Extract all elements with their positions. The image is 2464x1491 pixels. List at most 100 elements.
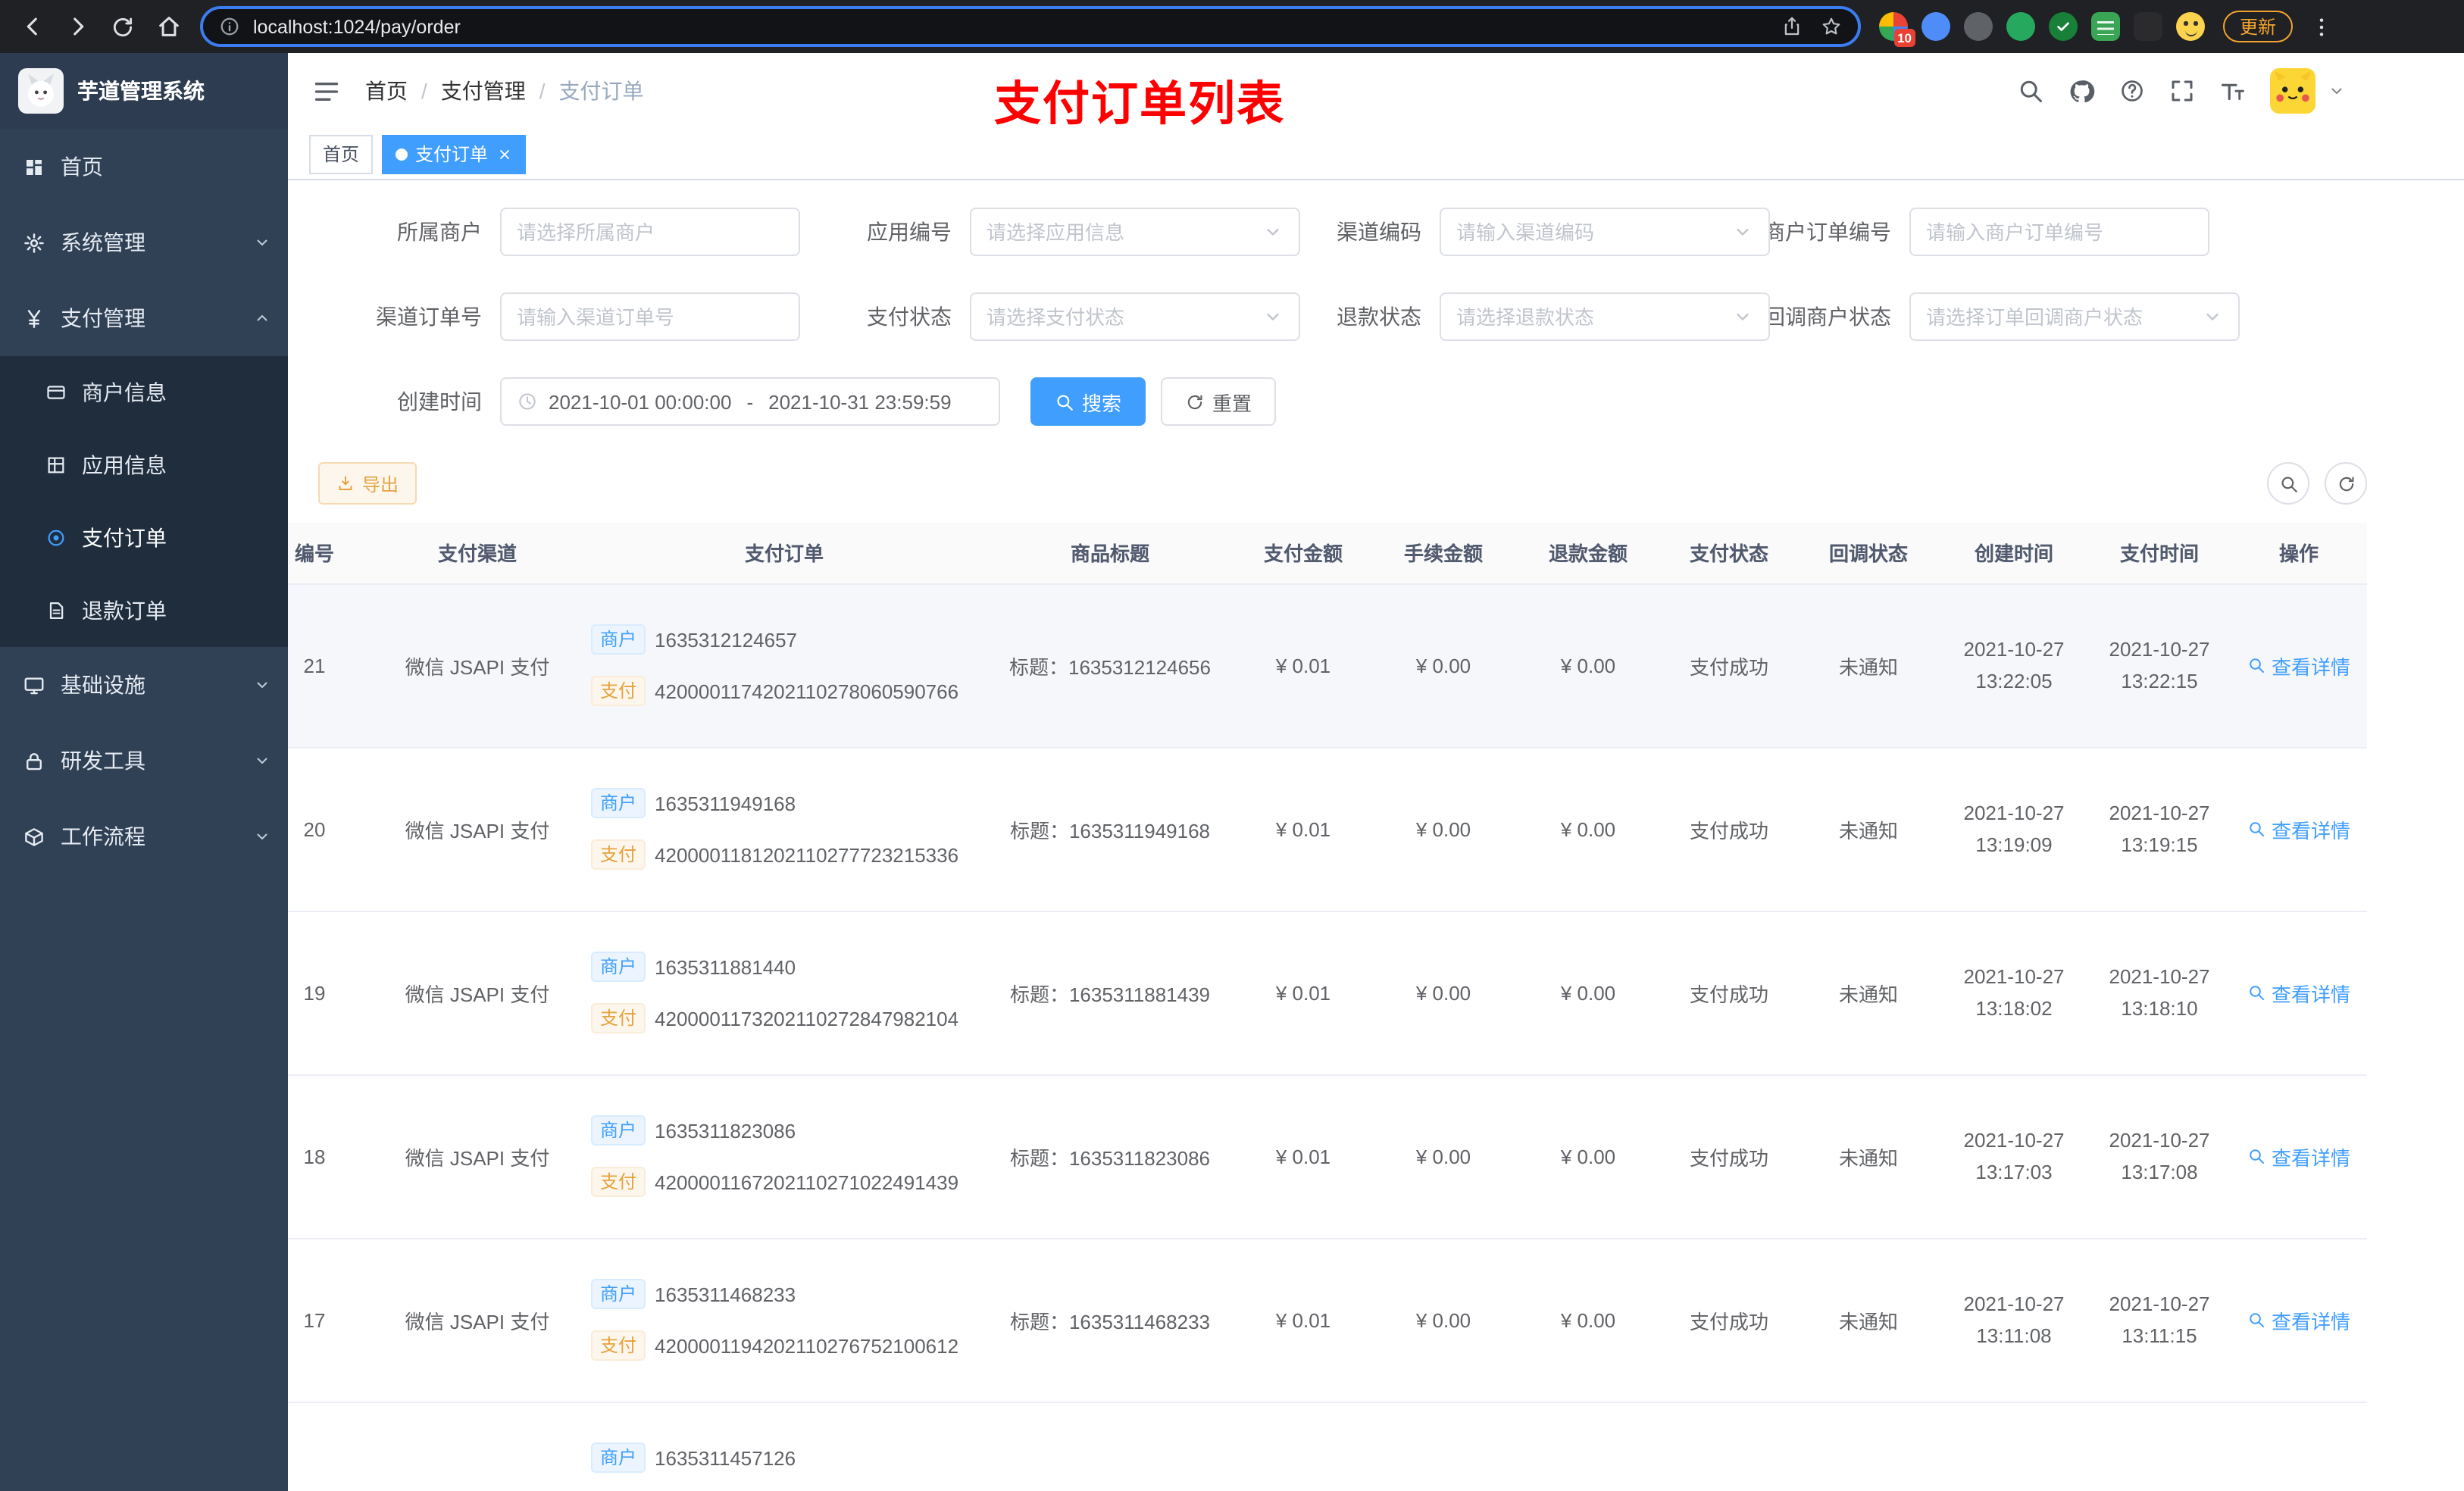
cell-title <box>985 1402 1235 1491</box>
navbar-actions <box>2017 68 2346 114</box>
filter-field-callback-status: 回调商户状态 <box>1728 292 2240 341</box>
chevron-down-icon <box>1262 221 1284 242</box>
tag-pay-order[interactable]: 支付订单 <box>382 134 527 173</box>
channel-order-no-field[interactable] <box>500 292 800 341</box>
cell-refund: ¥ 0.00 <box>1515 1238 1661 1402</box>
merchant-select-input[interactable] <box>517 220 783 243</box>
url-text: localhost:1024/pay/order <box>253 16 461 37</box>
pay-order-line: 支付 4200001167202110271022491439 <box>591 1167 977 1197</box>
cell-order: 商户 1635311949168 支付 42000011812021102777… <box>583 747 985 911</box>
profile-avatar-icon[interactable] <box>2176 12 2205 41</box>
cell-id <box>288 1402 371 1491</box>
view-detail-link[interactable]: 查看详情 <box>2247 1142 2350 1171</box>
sidebar-item-pay[interactable]: 支付管理 <box>0 280 288 356</box>
date-start: 2021-10-01 00:00:00 <box>549 390 732 413</box>
sidebar-item-infra[interactable]: 基础设施 <box>0 647 288 723</box>
cell-callback: 未通知 <box>1797 583 1940 748</box>
sidebar-item-devtools[interactable]: 研发工具 <box>0 723 288 799</box>
browser-menu-icon[interactable] <box>2302 7 2341 46</box>
export-button[interactable]: 导出 <box>318 462 417 505</box>
bookmark-star-icon[interactable] <box>1820 15 1843 38</box>
back-icon[interactable] <box>12 7 52 46</box>
channel-order-no-input[interactable] <box>517 305 783 328</box>
reset-button[interactable]: 重置 <box>1161 377 1277 426</box>
grid-icon <box>45 455 67 476</box>
fullscreen-icon[interactable] <box>2169 77 2196 105</box>
pay-status-input[interactable] <box>987 305 1253 328</box>
help-icon[interactable] <box>2118 77 2146 105</box>
refresh-table-button[interactable] <box>2325 462 2367 505</box>
browser-update-button[interactable]: 更新 <box>2223 11 2294 42</box>
refund-status-select[interactable] <box>1440 292 1770 341</box>
merchant-select[interactable] <box>500 208 800 256</box>
breadcrumb-pay[interactable]: 支付管理 <box>441 76 526 106</box>
chevron-down-icon <box>253 752 271 770</box>
merchant-order-no-field[interactable] <box>1909 208 2209 256</box>
callback-status-select[interactable] <box>1909 292 2240 341</box>
chevron-down-icon <box>2202 306 2223 327</box>
table-row: 商户 1635311457126 支付 <box>288 1402 2367 1491</box>
extension-icon[interactable]: 10 <box>1879 12 1915 47</box>
toggle-search-button[interactable] <box>2267 462 2309 505</box>
screen: localhost:1024/pay/order 10 更新 芋道管理系统 首页… <box>0 0 2464 1491</box>
breadcrumb-home[interactable]: 首页 <box>365 76 408 106</box>
cell-id: 21 <box>288 583 371 748</box>
extension-icon[interactable] <box>2049 12 2078 41</box>
app-select-input[interactable] <box>987 220 1253 243</box>
view-detail-link[interactable]: 查看详情 <box>2247 1305 2350 1334</box>
extension-badge: 10 <box>1893 28 1915 47</box>
share-icon[interactable] <box>1781 15 1803 38</box>
url-bar[interactable]: localhost:1024/pay/order <box>200 6 1861 47</box>
caret-down-icon[interactable] <box>2328 82 2346 100</box>
cell-fee: ¥ 0.00 <box>1371 747 1515 911</box>
font-size-icon[interactable] <box>2219 77 2247 105</box>
refund-status-input[interactable] <box>1456 305 1723 328</box>
table-row: 18 微信 JSAPI 支付 商户 1635311823086 支付 42000… <box>288 1074 2367 1239</box>
search-button[interactable]: 搜索 <box>1030 377 1146 426</box>
channel-code-select[interactable] <box>1440 208 1770 256</box>
avatar[interactable] <box>2270 68 2315 114</box>
sidebar-item-pay-order[interactable]: 支付订单 <box>0 502 288 574</box>
chevron-down-icon <box>1732 306 1753 327</box>
extension-icon[interactable] <box>1964 12 1993 41</box>
sidebar-item-system[interactable]: 系统管理 <box>0 205 288 280</box>
cell-refund: ¥ 0.00 <box>1515 911 1661 1075</box>
cell-paid: 2021-10-27 13:18:10 <box>2088 911 2231 1075</box>
browser-home-icon[interactable] <box>149 7 188 46</box>
cell-channel: 微信 JSAPI 支付 <box>371 1074 583 1239</box>
pay-status-select[interactable] <box>970 292 1300 341</box>
cell-id: 20 <box>288 747 371 911</box>
pay-tag: 支付 <box>591 1330 646 1361</box>
merchant-order-no-input[interactable] <box>1926 220 2193 243</box>
sidebar-item-app-info[interactable]: 应用信息 <box>0 429 288 502</box>
reload-icon[interactable] <box>103 7 142 46</box>
sidebar-item-workflow[interactable]: 工作流程 <box>0 799 288 874</box>
cell-order: 商户 1635311457126 支付 <box>583 1402 985 1491</box>
cell-fee: ¥ 0.00 <box>1371 1238 1515 1402</box>
sidebar-item-home[interactable]: 首页 <box>0 129 288 205</box>
extension-icon[interactable] <box>1921 12 1950 41</box>
view-detail-link[interactable]: 查看详情 <box>2247 651 2350 680</box>
tag-home[interactable]: 首页 <box>309 134 374 173</box>
close-icon[interactable] <box>497 146 512 161</box>
extension-icon[interactable] <box>2006 12 2035 41</box>
search-icon[interactable] <box>2017 77 2044 105</box>
sidebar-item-refund-order[interactable]: 退款订单 <box>0 574 288 647</box>
cell-status <box>1661 1402 1797 1491</box>
view-detail-link[interactable]: 查看详情 <box>2247 978 2350 1007</box>
callback-status-input[interactable] <box>1926 305 2193 328</box>
view-detail-link[interactable]: 查看详情 <box>2247 814 2350 843</box>
hamburger-icon[interactable] <box>312 77 341 105</box>
merchant-tag: 商户 <box>591 624 646 655</box>
extension-icon[interactable] <box>2134 12 2162 41</box>
extension-icon[interactable] <box>2091 12 2120 41</box>
filter-field-channel-code: 渠道编码 <box>1258 208 1770 256</box>
channel-code-input[interactable] <box>1456 220 1723 243</box>
app-select[interactable] <box>970 208 1300 256</box>
sidebar-item-merchant-info[interactable]: 商户信息 <box>0 356 288 429</box>
cell-fee: ¥ 0.00 <box>1371 1074 1515 1239</box>
github-icon[interactable] <box>2067 77 2096 105</box>
site-info-icon[interactable] <box>218 15 241 38</box>
date-range-picker[interactable]: 2021-10-01 00:00:00 - 2021-10-31 23:59:5… <box>500 377 1000 426</box>
forward-icon[interactable] <box>58 7 97 46</box>
